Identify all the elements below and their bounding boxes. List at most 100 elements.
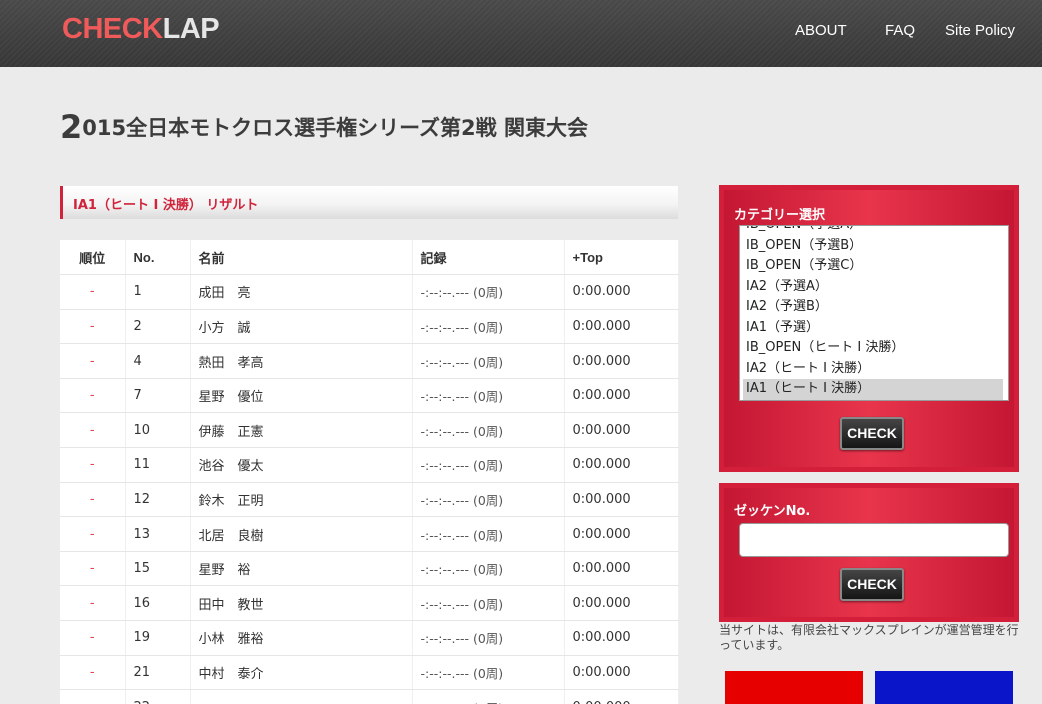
cell-no: 7 [125,378,191,414]
cell-rank: - [60,655,126,691]
category-check-button[interactable]: CHECK [840,417,904,450]
table-row: -16 田中 教世 -:--:--.--- (0周) 0:00.000 [60,585,679,622]
cell-record: -:--:--.--- (0周) [412,585,565,622]
cell-top: 0:00.000 [564,620,679,656]
site-logo[interactable]: CHECKLAP [62,13,220,46]
category-option[interactable]: IA2（予選A） [743,277,1003,298]
cell-top: 0:00.000 [564,274,679,310]
cell-top: 0:00.000 [564,585,679,622]
category-option[interactable]: IA2（ヒート I 決勝） [743,359,1003,380]
cell-rank: - [60,516,126,552]
cell-record: -:--:--.--- (0周) [412,309,565,345]
cell-record: -:--:--.--- (0周) [412,378,565,414]
table-row: -4 熱田 孝高 -:--:--.--- (0周) 0:00.000 [60,343,679,379]
table-row: -22 -:--:--.--- (0周)0:00.000 [60,689,679,704]
cell-record: -:--:--.--- (0周) [412,412,565,449]
operator-note: 当サイトは、有限会社マックスプレインが運営管理を行っています。 [719,623,1019,652]
nav-site-policy[interactable]: Site Policy [945,22,1015,39]
cell-name: 池谷 優太 [190,447,413,483]
col-rank-header: 順位 [60,240,126,276]
cell-name: 北居 良樹 [190,516,413,552]
cell-top: 0:00.000 [564,447,679,483]
category-option[interactable]: IB_OPEN（予選C） [743,256,1003,277]
category-panel-title: カテゴリー選択 [734,208,826,223]
category-option[interactable]: IA1（ヒート I 決勝） [743,379,1003,400]
cell-no: 12 [125,482,191,518]
section-heading-text: IA1（ヒート I 決勝） リザルト [73,198,259,213]
cell-top: 0:00.000 [564,689,679,704]
cell-top: 0:00.000 [564,378,679,414]
category-option[interactable]: IB_OPEN（ヒート I 決勝） [743,338,1003,359]
cell-record: -:--:--.--- (0周) [412,516,565,552]
cell-name: 小林 雅裕 [190,620,413,656]
page-title: 2015全日本モトクロス選手権シリーズ第2戦 関東大会 [60,108,588,146]
site-header: CHECKLAP ABOUT FAQ Site Policy [0,0,1042,67]
cell-top: 0:00.000 [564,343,679,379]
cell-rank: - [60,620,126,656]
cell-record: -:--:--.--- (0周) [412,274,565,310]
logo-check: CHECK [62,13,163,45]
cell-top: 0:00.000 [564,412,679,449]
col-name-header: 名前 [190,240,413,276]
cell-no: 2 [125,309,191,345]
table-row: -2 小方 誠 -:--:--.--- (0周) 0:00.000 [60,309,679,345]
table-row: -19 小林 雅裕 -:--:--.--- (0周) 0:00.000 [60,620,679,656]
col-record-header: 記録 [412,240,565,276]
table-row: -12 鈴木 正明 -:--:--.--- (0周) 0:00.000 [60,482,679,518]
page-title-first-char: 2 [60,108,83,146]
category-option[interactable]: IA2（予選B） [743,297,1003,318]
category-option[interactable]: IB_OPEN（予選A） [743,226,1003,236]
cell-no: 15 [125,551,191,587]
zekken-check-button[interactable]: CHECK [840,568,904,601]
zekken-panel-title: ゼッケンNo. [734,504,811,519]
zekken-panel: ゼッケンNo. CHECK [719,483,1019,622]
nav-faq[interactable]: FAQ [885,22,915,39]
cell-no: 10 [125,412,191,449]
table-row: -1 成田 亮 -:--:--.--- (0周) 0:00.000 [60,274,679,310]
cell-record: -:--:--.--- (0周) [412,447,565,483]
banner-red[interactable] [725,671,863,704]
banner-blue[interactable] [875,671,1013,704]
table-row: -7 星野 優位 -:--:--.--- (0周) 0:00.000 [60,378,679,414]
cell-name: 星野 優位 [190,378,413,414]
cell-rank: - [60,309,126,345]
cell-rank: - [60,482,126,518]
cell-rank: - [60,689,126,704]
cell-no: 13 [125,516,191,552]
cell-no: 22 [125,689,191,704]
nav-about[interactable]: ABOUT [795,22,847,39]
cell-top: 0:00.000 [564,482,679,518]
col-no-header: No. [125,240,191,276]
cell-record: -:--:--.--- (0周) [412,655,565,691]
cell-rank: - [60,412,126,449]
cell-no: 11 [125,447,191,483]
category-option[interactable]: IB_OPEN（予選B） [743,236,1003,257]
section-heading: IA1（ヒート I 決勝） リザルト [60,186,678,219]
cell-name: 熱田 孝高 [190,343,413,379]
cell-name: 鈴木 正明 [190,482,413,518]
cell-top: 0:00.000 [564,655,679,691]
zekken-input[interactable] [739,523,1009,557]
cell-rank: - [60,343,126,379]
table-row: -15 星野 裕 -:--:--.--- (0周) 0:00.000 [60,551,679,587]
cell-name: 田中 教世 [190,585,413,622]
cell-name: 伊藤 正憲 [190,412,413,449]
cell-record: -:--:--.--- (0周) [412,620,565,656]
category-listbox[interactable]: IB_OPEN（予選A）IB_OPEN（予選B）IB_OPEN（予選C）IA2（… [739,225,1009,401]
cell-top: 0:00.000 [564,551,679,587]
cell-name: 小方 誠 [190,309,413,345]
cell-no: 19 [125,620,191,656]
col-top-header: +Top [564,240,679,276]
cell-no: 16 [125,585,191,622]
table-row: -13 北居 良樹 -:--:--.--- (0周) 0:00.000 [60,516,679,552]
cell-top: 0:00.000 [564,516,679,552]
cell-top: 0:00.000 [564,309,679,345]
cell-rank: - [60,585,126,622]
cell-no: 4 [125,343,191,379]
cell-name [190,689,413,704]
category-option[interactable]: IA1（予選） [743,318,1003,339]
cell-rank: - [60,274,126,310]
table-row: -10 伊藤 正憲 -:--:--.--- (0周) 0:00.000 [60,412,679,449]
cell-record: -:--:--.--- (0周) [412,689,565,704]
logo-lap: LAP [162,13,220,45]
